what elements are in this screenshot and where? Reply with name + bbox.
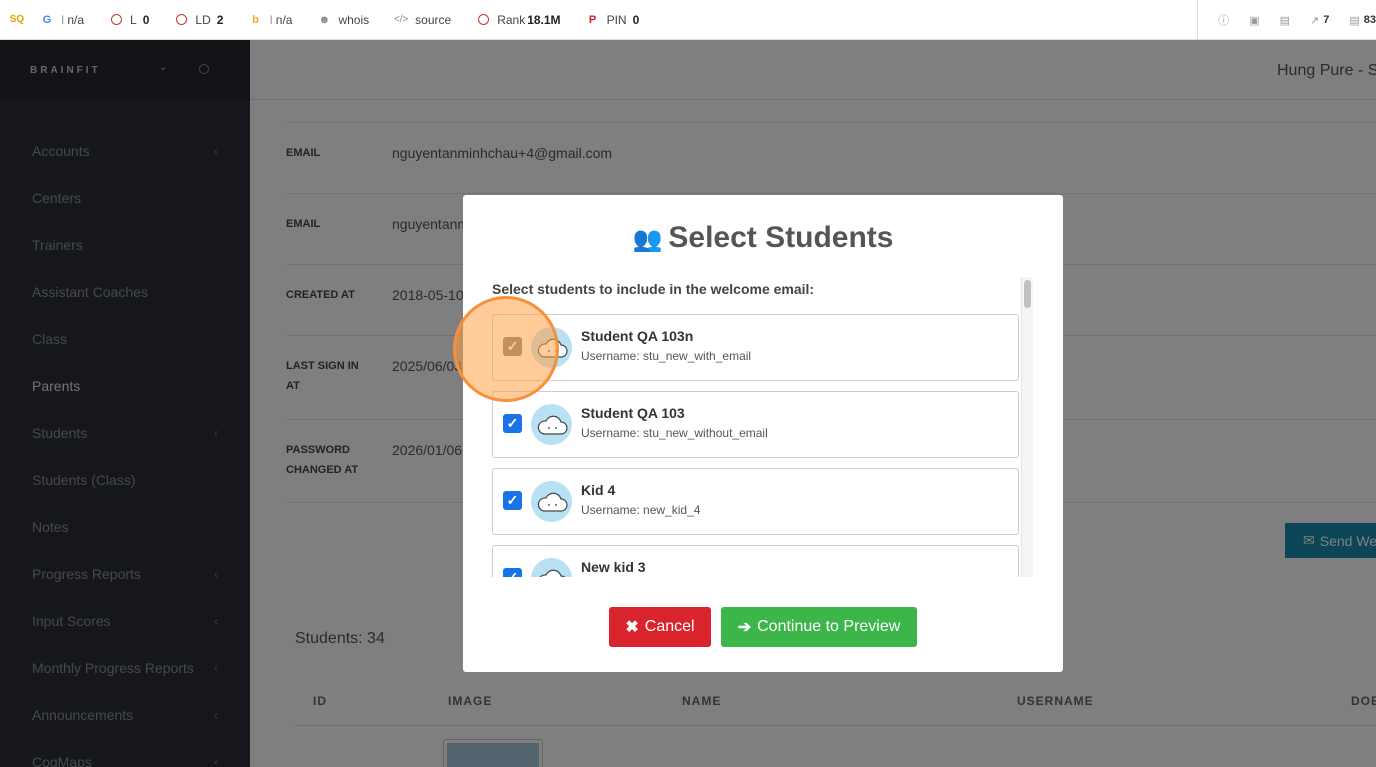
- whois-item[interactable]: ☻ whois: [318, 13, 369, 27]
- student-list-scroll[interactable]: Select students to include in the welcom…: [492, 277, 1034, 577]
- source-item[interactable]: </> source: [393, 12, 452, 27]
- linking-domains-item[interactable]: LD 2: [175, 13, 223, 27]
- student-list-scrollbar[interactable]: [1021, 277, 1033, 577]
- seoquake-logo-icon[interactable]: SQ: [9, 12, 25, 28]
- ring-icon: [175, 14, 187, 26]
- pages-icon: ▤: [1349, 14, 1360, 27]
- student-username: Username: stu_new_with_email: [581, 349, 752, 363]
- whois-label: whois: [338, 12, 370, 27]
- student-name: Student QA 103: [581, 405, 685, 421]
- seo-toolbar-right: ⓘ ▣ ▤ ↗ 7 ▤ 83: [1197, 0, 1376, 40]
- pinterest-item[interactable]: P PIN 0: [587, 12, 640, 27]
- rank-label: Rank: [497, 12, 526, 27]
- monitor-icon[interactable]: ▣: [1249, 14, 1259, 27]
- student-name: Kid 4: [581, 482, 616, 498]
- student-card[interactable]: ✓ Student QA 103 Username: stu_new_witho…: [492, 391, 1019, 458]
- links-value: 0: [142, 12, 150, 27]
- cloud-avatar-icon: [531, 404, 572, 445]
- pin-label: PIN: [606, 12, 627, 27]
- bing-index-value: n/a: [275, 12, 293, 27]
- scrollbar-thumb[interactable]: [1024, 280, 1031, 308]
- student-name: Student QA 103n: [581, 328, 694, 344]
- continue-label: Continue to Preview: [757, 618, 901, 635]
- ld-value: 2: [216, 12, 224, 27]
- pinterest-icon: P: [588, 13, 597, 26]
- student-card[interactable]: ✓ New kid 3: [492, 545, 1019, 577]
- ld-label: LD: [195, 12, 211, 27]
- rank-item[interactable]: Rank 18.1M: [477, 12, 561, 27]
- click-highlight: [453, 296, 559, 402]
- cloud-avatar-icon: [531, 558, 572, 577]
- ring-icon: [477, 14, 489, 26]
- source-label: source: [415, 12, 452, 27]
- links-item[interactable]: L 0: [110, 13, 149, 27]
- cancel-button[interactable]: ✖ Cancel: [609, 607, 711, 647]
- users-icon: 👥: [632, 226, 663, 253]
- pages-value: 83: [1363, 14, 1376, 26]
- student-card[interactable]: ✓ Student QA 103n Username: stu_new_with…: [492, 314, 1019, 381]
- arrow-right-icon: ➔: [737, 619, 752, 636]
- external-links-item[interactable]: ↗ 7: [1310, 14, 1329, 27]
- continue-to-preview-button[interactable]: ➔ Continue to Preview: [721, 607, 917, 647]
- bing-index-item[interactable]: b In/a: [249, 13, 292, 27]
- student-username: Username: new_kid_4: [581, 503, 701, 517]
- person-icon: ☻: [318, 13, 331, 26]
- bing-icon: b: [252, 13, 259, 26]
- external-link-icon: ↗: [1310, 14, 1320, 27]
- seo-toolbar: SQ G In/a L 0 LD 2 b In/a ☻ whois </> so…: [0, 0, 1376, 40]
- select-students-modal: 👥 Select Students Select students to incl…: [463, 195, 1063, 672]
- page-info-icon[interactable]: ▤: [1280, 14, 1290, 27]
- google-index-item[interactable]: G In/a: [41, 13, 84, 27]
- links-label: L: [130, 12, 137, 27]
- pages-item[interactable]: ▤ 83: [1349, 14, 1376, 27]
- student-checkbox[interactable]: ✓: [503, 491, 522, 510]
- rank-value: 18.1M: [527, 12, 561, 27]
- student-username: Username: stu_new_without_email: [581, 426, 768, 440]
- google-index-value: n/a: [67, 12, 85, 27]
- external-links-value: 7: [1323, 14, 1330, 26]
- student-checkbox[interactable]: ✓: [503, 414, 522, 433]
- instruction-text: Select students to include in the welcom…: [492, 281, 815, 297]
- student-card[interactable]: ✓ Kid 4 Username: new_kid_4: [492, 468, 1019, 535]
- student-checkbox[interactable]: ✓: [503, 568, 522, 577]
- cancel-label: Cancel: [644, 618, 695, 635]
- pin-value: 0: [632, 12, 640, 27]
- cloud-avatar-icon: [531, 481, 572, 522]
- student-name: New kid 3: [581, 559, 646, 575]
- code-icon: </>: [393, 14, 409, 25]
- info-icon[interactable]: ⓘ: [1218, 12, 1229, 28]
- close-icon: ✖: [625, 619, 639, 636]
- modal-title-text: Select Students: [668, 221, 894, 254]
- ring-icon: [110, 14, 122, 26]
- modal-title: 👥 Select Students: [463, 221, 1063, 255]
- google-icon: G: [42, 13, 52, 26]
